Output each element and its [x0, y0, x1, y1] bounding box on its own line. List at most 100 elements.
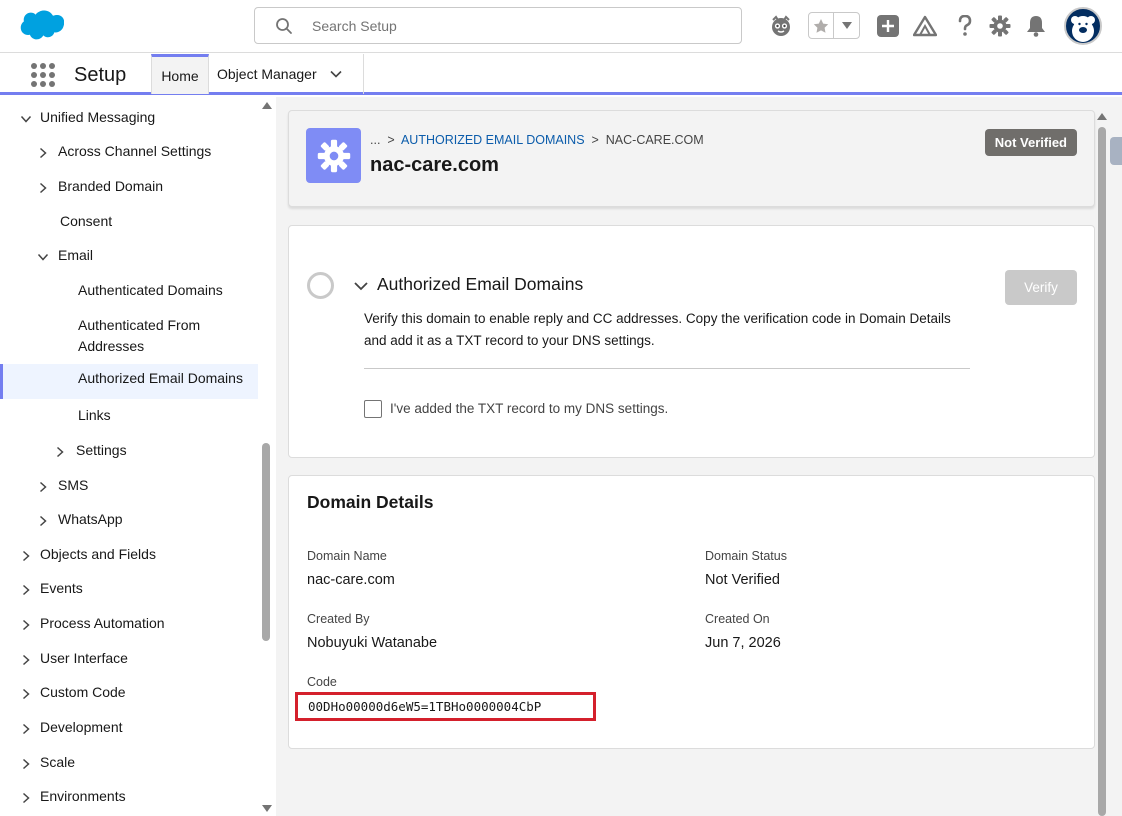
tab-home[interactable]: Home: [151, 54, 209, 94]
scroll-down-arrow-icon[interactable]: [262, 805, 272, 813]
chevron-right-icon[interactable]: [37, 515, 49, 527]
created-on-label: Created On: [705, 612, 770, 626]
tab-object-manager[interactable]: Object Manager: [209, 54, 364, 94]
chevron-right-icon[interactable]: [20, 619, 32, 631]
section-title: Domain Details: [307, 492, 434, 512]
breadcrumb-authorized-email-domains[interactable]: AUTHORIZED EMAIL DOMAINS: [401, 133, 585, 147]
sidebar-item-links[interactable]: Links: [0, 405, 258, 439]
sidebar-item-authenticated-from-addresses[interactable]: Authenticated From Addresses: [0, 315, 258, 367]
help-icon[interactable]: [955, 12, 975, 40]
chevron-right-icon[interactable]: [54, 446, 66, 458]
sidebar-item-label: Unified Messaging: [40, 109, 156, 125]
sidebar-item-development[interactable]: Development: [0, 717, 258, 751]
chevron-right-icon[interactable]: [20, 758, 32, 770]
sidebar-item-unified-messaging[interactable]: Unified Messaging: [0, 107, 258, 141]
scroll-up-arrow-icon[interactable]: [1097, 112, 1107, 120]
sidebar-item-across-channel-settings[interactable]: Across Channel Settings: [0, 141, 258, 175]
page-title: nac-care.com: [370, 154, 499, 176]
sidebar-item-settings[interactable]: Settings: [0, 440, 258, 474]
side-panel-toggle[interactable]: [1110, 137, 1122, 165]
sidebar-item-consent[interactable]: Consent: [0, 211, 258, 245]
code-label: Code: [307, 675, 337, 689]
verification-code-value[interactable]: 00DHo00000d6eW5=1TBHo0000004CbP: [295, 692, 596, 721]
chevron-right-icon[interactable]: [20, 723, 32, 735]
domain-status-label: Domain Status: [705, 549, 787, 563]
favorites-dropdown-icon[interactable]: [834, 13, 859, 38]
sidebar-item-objects-and-fields[interactable]: Objects and Fields: [0, 544, 258, 578]
chevron-right-icon[interactable]: [20, 584, 32, 596]
divider: [364, 368, 970, 369]
sidebar-item-label: Process Automation: [40, 615, 165, 631]
sidebar-item-label: WhatsApp: [58, 511, 123, 527]
sidebar-item-label: Authenticated Domains: [78, 282, 223, 298]
chevron-right-icon[interactable]: [20, 688, 32, 700]
sidebar-item-process-automation[interactable]: Process Automation: [0, 613, 258, 647]
sidebar-item-label: Environments: [40, 788, 126, 804]
domain-name-label: Domain Name: [307, 549, 387, 563]
scroll-up-arrow-icon[interactable]: [262, 101, 272, 109]
section-title[interactable]: Authorized Email Domains: [377, 274, 583, 295]
chevron-down-icon[interactable]: [354, 279, 368, 293]
sidebar-item-user-interface[interactable]: User Interface: [0, 648, 258, 682]
sidebar-item-environments[interactable]: Environments: [0, 786, 258, 816]
context-bar: Setup Home Object Manager: [0, 54, 1122, 95]
verify-button[interactable]: Verify: [1005, 270, 1077, 305]
sidebar-item-scale[interactable]: Scale: [0, 752, 258, 786]
sidebar-scrollbar-thumb[interactable]: [262, 443, 270, 641]
txt-record-checkbox-label[interactable]: I've added the TXT record to my DNS sett…: [390, 401, 668, 416]
favorite-star-icon[interactable]: [809, 13, 834, 38]
trailhead-icon[interactable]: [912, 12, 938, 40]
sidebar-item-label: Development: [40, 719, 123, 735]
breadcrumb-separator: >: [588, 133, 603, 147]
chevron-down-icon[interactable]: [329, 67, 343, 81]
sidebar-item-whatsapp[interactable]: WhatsApp: [0, 509, 258, 543]
sidebar-item-sms[interactable]: SMS: [0, 475, 258, 509]
avatar[interactable]: [1064, 7, 1102, 45]
sidebar-item-custom-code[interactable]: Custom Code: [0, 682, 258, 716]
chevron-right-icon[interactable]: [20, 654, 32, 666]
txt-record-checkbox[interactable]: [364, 400, 382, 418]
sidebar-item-label: Branded Domain: [58, 178, 164, 194]
created-by-label: Created By: [307, 612, 370, 626]
sidebar-item-label: Authorized Email Domains: [78, 370, 243, 386]
sidebar-item-label: Scale: [40, 754, 76, 770]
sidebar-item-label: Consent: [60, 213, 113, 229]
sidebar-item-label: Objects and Fields: [40, 546, 156, 562]
tab-object-manager-label: Object Manager: [217, 66, 317, 82]
sidebar-item-label: SMS: [58, 477, 89, 493]
sidebar-item-label: Events: [40, 580, 83, 596]
chevron-right-icon[interactable]: [20, 550, 32, 562]
setup-tree-nav: Unified Messaging Across Channel Settings…: [0, 97, 276, 816]
breadcrumb-current: NAC-CARE.COM: [605, 133, 704, 147]
sidebar-item-branded-domain[interactable]: Branded Domain: [0, 176, 258, 210]
search-icon: [276, 18, 292, 34]
notifications-bell-icon[interactable]: [1025, 12, 1047, 40]
chevron-right-icon[interactable]: [20, 792, 32, 804]
sidebar-item-label: User Interface: [40, 650, 128, 666]
sidebar-item-label: Links: [78, 407, 111, 423]
chevron-down-icon[interactable]: [20, 113, 32, 125]
einstein-icon[interactable]: [768, 12, 794, 40]
breadcrumb-ellipsis[interactable]: ...: [370, 133, 380, 147]
sidebar-item-email[interactable]: Email: [0, 245, 258, 279]
search-placeholder: Search Setup: [312, 18, 397, 34]
chevron-down-icon[interactable]: [37, 251, 49, 263]
chevron-right-icon[interactable]: [37, 481, 49, 493]
section-description: Verify this domain to enable reply and C…: [364, 311, 951, 348]
sidebar-item-authorized-email-domains[interactable]: Authorized Email Domains: [0, 364, 258, 399]
chevron-right-icon[interactable]: [37, 182, 49, 194]
main-content: ... > AUTHORIZED EMAIL DOMAINS > NAC-CAR…: [276, 97, 1122, 816]
salesforce-cloud-logo[interactable]: [16, 10, 64, 42]
sidebar-item-authenticated-domains[interactable]: Authenticated Domains: [0, 280, 258, 314]
search-setup-input[interactable]: Search Setup: [254, 7, 742, 44]
sidebar-item-events[interactable]: Events: [0, 578, 258, 612]
record-header: ... > AUTHORIZED EMAIL DOMAINS > NAC-CAR…: [288, 110, 1095, 207]
add-icon[interactable]: [876, 12, 900, 40]
setup-gear-icon[interactable]: [988, 12, 1012, 40]
main-scrollbar-thumb[interactable]: [1098, 127, 1106, 816]
app-launcher-icon[interactable]: [30, 62, 56, 88]
chevron-right-icon[interactable]: [37, 147, 49, 159]
sidebar-item-label: Email: [58, 247, 94, 263]
created-by-value: Nobuyuki Watanabe: [307, 635, 438, 651]
status-badge: Not Verified: [984, 129, 1077, 156]
